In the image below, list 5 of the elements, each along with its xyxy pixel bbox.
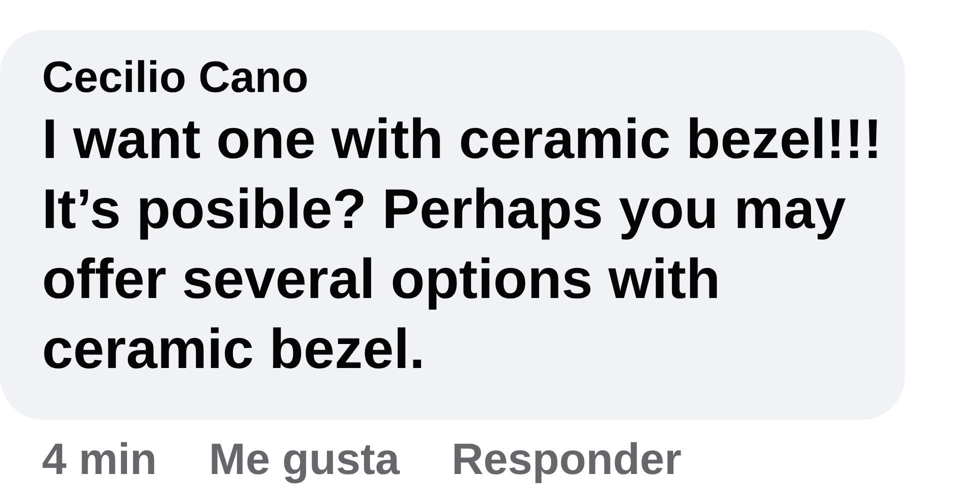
comment-text: I want one with ceramic bezel!!! It’s posible? Perhaps you may offer several options with ceramic bezel. xyxy=(42,106,884,382)
action-link[interactable]: 4 min xyxy=(42,435,157,485)
action-link[interactable]: Me gusta xyxy=(208,435,400,485)
author-name[interactable]: Cecilio Cano xyxy=(42,52,308,104)
action-link[interactable]: Responder xyxy=(452,435,682,485)
